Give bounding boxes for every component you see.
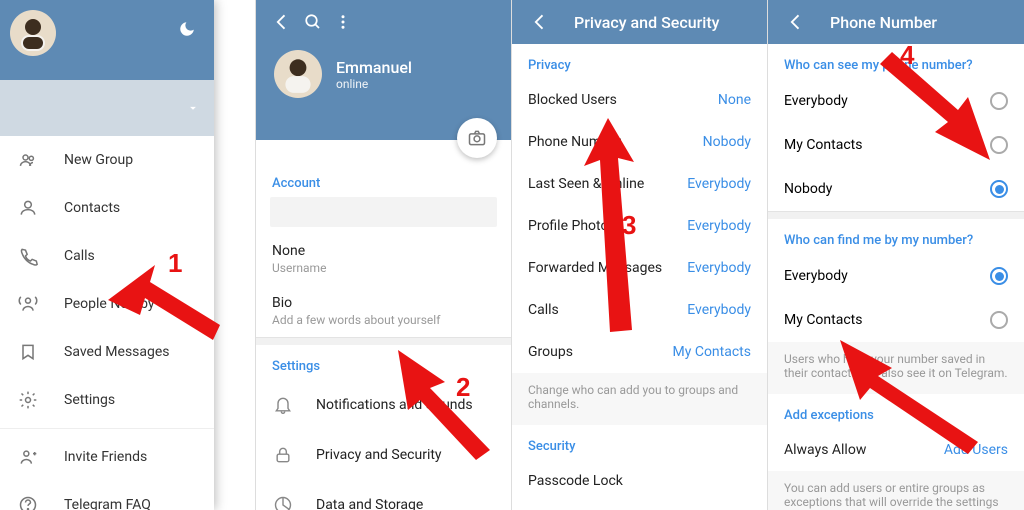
- username-row[interactable]: NoneUsername: [256, 233, 511, 285]
- section-security: Security: [512, 425, 767, 460]
- change-photo-button[interactable]: [457, 118, 497, 158]
- gear-icon: [16, 388, 40, 412]
- avatar[interactable]: [274, 50, 322, 98]
- back-button[interactable]: [524, 6, 556, 38]
- section-see: Who can see my phone number?: [768, 44, 1024, 79]
- invite-icon: [16, 445, 40, 469]
- back-button[interactable]: [780, 6, 812, 38]
- call-icon: [16, 244, 40, 268]
- row-profile-photos[interactable]: Profile PhotosEverybody: [512, 205, 767, 247]
- page-title: Privacy and Security: [574, 13, 719, 32]
- row-always-allow[interactable]: Always AllowAdd Users: [768, 429, 1024, 471]
- drawer-header: [0, 0, 214, 80]
- find-helper: Users who have your number saved in thei…: [768, 342, 1024, 394]
- avatar[interactable]: [10, 10, 56, 56]
- row-passcode[interactable]: Passcode Lock: [512, 460, 767, 502]
- opt-find-contacts[interactable]: My Contacts: [768, 298, 1024, 342]
- radio-icon: [990, 311, 1008, 329]
- row-two-step[interactable]: Two-Step VerificationOff: [512, 502, 767, 510]
- menu-new-group[interactable]: New Group: [0, 136, 214, 184]
- page-title: Phone Number: [830, 13, 937, 32]
- menu-contacts[interactable]: Contacts: [0, 184, 214, 232]
- bookmark-icon: [16, 340, 40, 364]
- menu-settings[interactable]: Settings: [0, 376, 214, 424]
- menu-item-label: Saved Messages: [64, 344, 170, 360]
- divider: [0, 428, 214, 429]
- section-exceptions: Add exceptions: [768, 394, 1024, 429]
- row-forwarded[interactable]: Forwarded MessagesEverybody: [512, 247, 767, 289]
- menu-item-label: New Group: [64, 152, 133, 168]
- menu-item-label: Calls: [64, 248, 95, 264]
- privacy-helper: Change who can add you to groups and cha…: [512, 373, 767, 425]
- section-find: Who can find me by my number?: [768, 219, 1024, 254]
- contact-icon: [16, 196, 40, 220]
- row-last-seen[interactable]: Last Seen & OnlineEverybody: [512, 163, 767, 205]
- pie-icon: [272, 494, 294, 510]
- nearby-icon: [16, 292, 40, 316]
- section-account: Account: [256, 162, 511, 197]
- drawer-panel: 23 AM4579 26 AM1 36 PM456 Mon149 Mon Jan…: [0, 0, 256, 510]
- row-calls[interactable]: CallsEverybody: [512, 289, 767, 331]
- lock-icon: [272, 444, 294, 466]
- menu-saved-messages[interactable]: Saved Messages: [0, 328, 214, 376]
- help-icon: [16, 493, 40, 510]
- group-icon: [16, 148, 40, 172]
- row-phone-number[interactable]: Phone NumberNobody: [512, 121, 767, 163]
- settings-header: Emmanuel online: [256, 0, 511, 140]
- exceptions-helper: You can add users or entire groups as ex…: [768, 471, 1024, 510]
- privacy-panel: Privacy and Security Privacy Blocked Use…: [512, 0, 768, 510]
- settings-data[interactable]: Data and Storage: [256, 480, 511, 510]
- radio-icon: [990, 92, 1008, 110]
- bell-icon: [272, 394, 294, 416]
- profile-name: Emmanuel: [336, 58, 412, 77]
- menu-telegram-faq[interactable]: Telegram FAQ: [0, 481, 214, 510]
- bio-row[interactable]: BioAdd a few words about yourself: [256, 285, 511, 337]
- back-button[interactable]: [266, 6, 298, 38]
- opt-see-nobody[interactable]: Nobody: [768, 167, 1024, 211]
- settings-notifications[interactable]: Notifications and Sounds: [256, 380, 511, 430]
- more-icon[interactable]: [328, 7, 358, 37]
- phone-topbar: Phone Number: [768, 0, 1024, 44]
- section-privacy: Privacy: [512, 44, 767, 79]
- moon-icon[interactable]: [172, 14, 202, 44]
- menu-item-label: Contacts: [64, 200, 120, 216]
- search-button[interactable]: [213, 0, 255, 44]
- radio-icon: [990, 136, 1008, 154]
- search-icon[interactable]: [298, 7, 328, 37]
- menu-item-label: Invite Friends: [64, 449, 147, 465]
- account-switcher[interactable]: [0, 80, 214, 136]
- phone-number-redacted: [270, 197, 497, 227]
- privacy-topbar: Privacy and Security: [512, 0, 767, 44]
- row-blocked-users[interactable]: Blocked UsersNone: [512, 79, 767, 121]
- settings-privacy[interactable]: Privacy and Security: [256, 430, 511, 480]
- chatlist-peek: 23 AM4579 26 AM1 36 PM456 Mon149 Mon Jan…: [213, 0, 255, 510]
- opt-see-everybody[interactable]: Everybody: [768, 79, 1024, 123]
- drawer-menu: New Group Contacts Calls People Nearby S…: [0, 136, 214, 510]
- menu-item-label: Settings: [64, 392, 115, 408]
- menu-people-nearby[interactable]: People Nearby: [0, 280, 214, 328]
- menu-item-label: Telegram FAQ: [64, 497, 151, 510]
- profile-status: online: [336, 77, 412, 91]
- menu-invite-friends[interactable]: Invite Friends: [0, 433, 214, 481]
- phone-number-panel: Phone Number Who can see my phone number…: [768, 0, 1024, 510]
- opt-see-contacts[interactable]: My Contacts: [768, 123, 1024, 167]
- menu-item-label: People Nearby: [64, 296, 155, 312]
- menu-calls[interactable]: Calls: [0, 232, 214, 280]
- radio-icon: [990, 180, 1008, 198]
- row-groups[interactable]: GroupsMy Contacts: [512, 331, 767, 373]
- settings-panel: Emmanuel online Account NoneUsername Bio…: [256, 0, 512, 510]
- section-settings: Settings: [256, 345, 511, 380]
- opt-find-everybody[interactable]: Everybody: [768, 254, 1024, 298]
- radio-icon: [990, 267, 1008, 285]
